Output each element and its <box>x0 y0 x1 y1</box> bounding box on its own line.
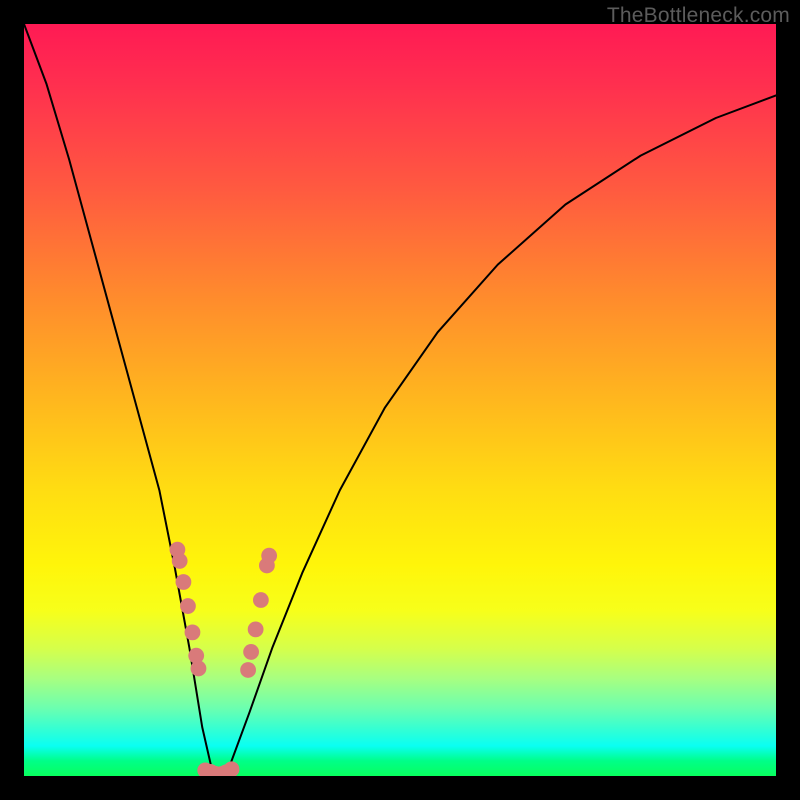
highlighted-points <box>170 542 278 776</box>
marker-point <box>176 574 192 590</box>
marker-point <box>240 662 256 678</box>
marker-point <box>224 761 240 776</box>
marker-point <box>243 644 259 660</box>
marker-point <box>191 661 207 677</box>
marker-point <box>248 621 264 637</box>
plot-area <box>24 24 776 776</box>
marker-point <box>180 598 196 614</box>
marker-point <box>185 624 201 640</box>
chart-overlay <box>24 24 776 776</box>
marker-point <box>172 553 188 569</box>
chart-frame: TheBottleneck.com <box>0 0 800 800</box>
marker-point <box>261 548 277 564</box>
bottleneck-curve <box>24 24 776 775</box>
marker-point <box>253 592 269 608</box>
watermark-text: TheBottleneck.com <box>607 4 790 28</box>
